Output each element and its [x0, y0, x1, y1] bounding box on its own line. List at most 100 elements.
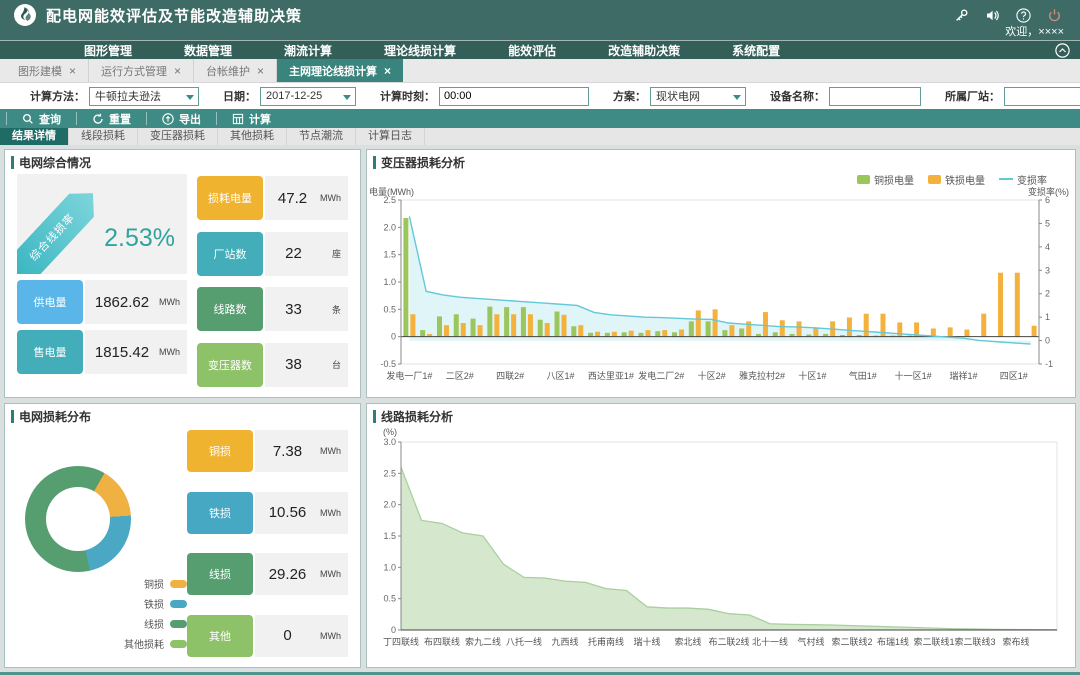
- stat-card: 铜损7.38MWh: [187, 430, 348, 472]
- subtab-0[interactable]: 结果详情: [0, 128, 69, 145]
- legend-item-2[interactable]: 变损率: [999, 172, 1047, 187]
- chevron-down-icon: [186, 95, 194, 100]
- close-icon[interactable]: ×: [257, 65, 264, 77]
- svg-text:2.0: 2.0: [383, 222, 396, 232]
- stat-unit: MWh: [159, 347, 187, 357]
- close-icon[interactable]: ×: [384, 65, 391, 77]
- overall-loss-rate-card: 综合线损率 2.53%: [17, 174, 187, 274]
- svg-text:2: 2: [1045, 289, 1050, 299]
- svg-text:2.5: 2.5: [383, 468, 396, 478]
- tab-3[interactable]: 主网理论线损计算×: [277, 59, 403, 82]
- svg-text:四区1#: 四区1#: [1000, 371, 1028, 381]
- tab-label: 图形建模: [18, 63, 62, 79]
- svg-text:发电二厂2#: 发电二厂2#: [638, 370, 684, 381]
- legend-item-0[interactable]: 铜损电量: [857, 172, 914, 187]
- close-icon[interactable]: ×: [174, 65, 181, 77]
- subtab-5[interactable]: 计算日志: [356, 128, 425, 145]
- tab-0[interactable]: 图形建模 ×: [6, 59, 89, 82]
- key-icon[interactable]: [954, 8, 969, 23]
- legend-swatch: [170, 580, 187, 588]
- subtab-1[interactable]: 线段损耗: [69, 128, 138, 145]
- app-header: 配电网能效评估及节能改造辅助决策 欢迎，××××: [0, 0, 1080, 40]
- device-name-input[interactable]: [829, 87, 921, 106]
- legend-label: 铜损电量: [874, 172, 914, 187]
- help-icon[interactable]: [1016, 8, 1031, 23]
- toolbar-button-3[interactable]: 计算: [216, 112, 286, 125]
- stat-card: 供电量1862.62MWh: [17, 280, 187, 324]
- scheme-select[interactable]: 现状电网: [650, 87, 746, 106]
- legend-label: 线损: [144, 616, 164, 631]
- legend-item-3[interactable]: 其他损耗: [83, 636, 187, 651]
- title-mark: [11, 156, 14, 169]
- stat-value: 29.26: [255, 566, 320, 583]
- speaker-icon[interactable]: [985, 8, 1000, 23]
- app-window: 配电网能效评估及节能改造辅助决策 欢迎，×××× 图形管理 数据管理 潮流计算 理论线…: [0, 0, 1080, 675]
- legend-label: 变损率: [1017, 172, 1047, 187]
- svg-text:十区1#: 十区1#: [798, 370, 826, 381]
- panel-loss-distribution: 电网损耗分布 铜损铁损线损其他损耗 铜损7.38MWh铁损10.56MWh线损2…: [4, 403, 361, 668]
- subtab-4[interactable]: 节点潮流: [287, 128, 356, 145]
- stat-body: 7.38MWh: [255, 430, 348, 472]
- svg-text:0: 0: [391, 332, 396, 342]
- svg-text:八托一线: 八托一线: [506, 636, 542, 647]
- tab-2[interactable]: 台帐维护×: [194, 59, 277, 82]
- legend-item-1[interactable]: 铁损: [83, 596, 187, 611]
- subtab-3[interactable]: 其他损耗: [218, 128, 287, 145]
- svg-text:1.5: 1.5: [383, 250, 396, 260]
- close-icon[interactable]: ×: [69, 65, 76, 77]
- svg-text:索布线: 索布线: [1002, 636, 1029, 647]
- time-input[interactable]: [439, 87, 589, 106]
- power-icon[interactable]: [1047, 8, 1062, 23]
- subtab-2[interactable]: 变压器损耗: [138, 128, 218, 145]
- station-input[interactable]: [1004, 87, 1080, 106]
- stat-label: 线路数: [197, 287, 263, 331]
- stat-value: 7.38: [255, 443, 320, 460]
- legend-swatch: [857, 175, 870, 184]
- svg-text:四联2#: 四联2#: [496, 371, 524, 381]
- menu-item-3[interactable]: 理论线损计算: [384, 42, 456, 59]
- menu-item-4[interactable]: 能效评估: [508, 42, 556, 59]
- tab-1[interactable]: 运行方式管理 ×: [89, 59, 194, 82]
- filter-bar: 计算方法： 牛顿拉夫逊法 日期： 2017-12-25 计算时刻： 方案： 现状…: [0, 83, 1080, 109]
- svg-text:气村线: 气村线: [797, 636, 824, 647]
- svg-text:二区2#: 二区2#: [446, 371, 474, 381]
- app-title: 配电网能效评估及节能改造辅助决策: [46, 5, 302, 26]
- tab-label: 运行方式管理: [101, 63, 167, 79]
- panel-title: 电网损耗分布: [5, 404, 360, 426]
- calculate-icon: [232, 113, 244, 125]
- stat-body: 0MWh: [255, 615, 348, 657]
- legend-item-1[interactable]: 铁损电量: [928, 172, 985, 187]
- svg-text:瑞祥1#: 瑞祥1#: [949, 370, 977, 381]
- panel-title: 线路损耗分析: [367, 404, 1075, 426]
- date-select[interactable]: 2017-12-25: [260, 87, 356, 106]
- toolbar-button-label: 计算: [249, 111, 271, 127]
- collapse-up-icon[interactable]: [1055, 43, 1070, 58]
- svg-text:索二联线2: 索二联线2: [831, 636, 872, 647]
- method-select[interactable]: 牛顿拉夫逊法: [89, 87, 199, 106]
- svg-text:(%): (%): [383, 427, 397, 437]
- menu-item-0[interactable]: 图形管理: [84, 42, 132, 59]
- toolbar-button-2[interactable]: 导出: [146, 112, 216, 125]
- stat-card: 铁损10.56MWh: [187, 492, 348, 534]
- menu-item-1[interactable]: 数据管理: [184, 42, 232, 59]
- subtab-bar: 结果详情线段损耗变压器损耗其他损耗节点潮流计算日志: [0, 128, 1080, 145]
- menu-item-2[interactable]: 潮流计算: [284, 42, 332, 59]
- time-label: 计算时刻：: [380, 88, 435, 104]
- svg-text:发电一厂1#: 发电一厂1#: [386, 370, 432, 381]
- toolbar-button-0[interactable]: 查询: [6, 112, 76, 125]
- stat-unit: MWh: [159, 297, 187, 307]
- export-icon: [162, 113, 174, 125]
- stat-unit: 台: [322, 358, 348, 371]
- stat-unit: 条: [322, 303, 348, 316]
- legend-item-0[interactable]: 铜损: [83, 576, 187, 591]
- menu-item-5[interactable]: 改造辅助决策: [608, 42, 680, 59]
- legend-item-2[interactable]: 线损: [83, 616, 187, 631]
- legend-label: 铜损: [144, 576, 164, 591]
- svg-text:北十一线: 北十一线: [752, 636, 788, 647]
- menu-item-6[interactable]: 系统配置: [732, 42, 780, 59]
- stat-unit: MWh: [320, 631, 348, 641]
- toolbar-button-1[interactable]: 重置: [76, 112, 146, 125]
- stat-label: 其他: [187, 615, 253, 657]
- station-label: 所属厂站：: [945, 88, 1000, 104]
- svg-text:丁四联线: 丁四联线: [383, 636, 419, 647]
